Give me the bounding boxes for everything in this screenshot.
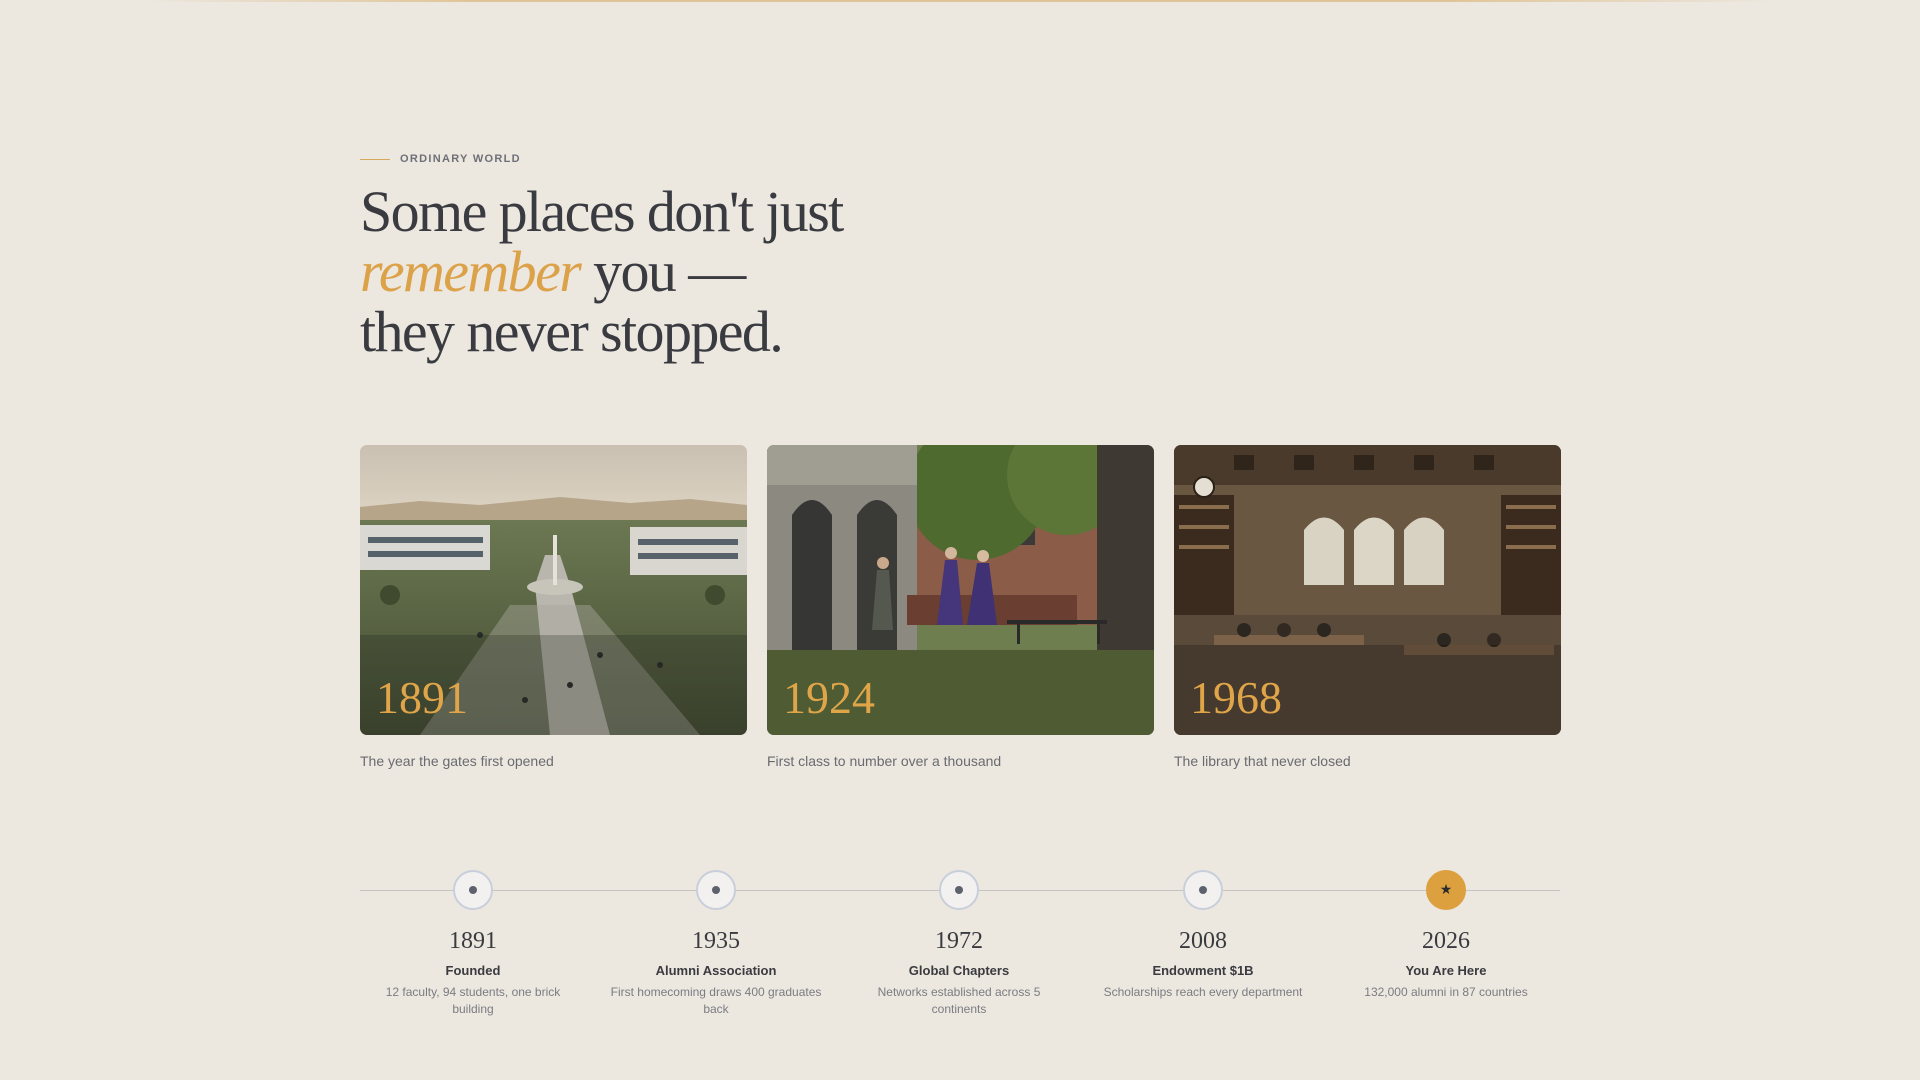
timeline-milestone-1972: 1972 Global Chapters Networks establishe… xyxy=(844,868,1074,1018)
timeline-node xyxy=(939,870,979,910)
timeline-node xyxy=(453,870,493,910)
milestone-description: Scholarships reach every department xyxy=(1103,985,1303,999)
milestone-description: 12 faculty, 94 students, one brick build… xyxy=(385,985,561,1016)
headline-accent: remember xyxy=(360,239,582,304)
milestone-year: 2026 xyxy=(1422,928,1470,954)
headline-line-1: Some places don't just xyxy=(360,179,844,244)
history-cards: 1891 The year the gates first opened 192… xyxy=(360,445,1561,769)
campus-aerial-photo: 1891 xyxy=(360,445,747,735)
timeline-node xyxy=(696,870,736,910)
card-year-label: 1891 xyxy=(376,672,468,723)
milestone-title: Endowment $1B xyxy=(1152,963,1254,978)
timeline-node-current: ★ xyxy=(1426,870,1466,910)
card-caption: First class to number over a thousand xyxy=(767,753,1002,769)
milestone-title: You Are Here xyxy=(1405,963,1487,978)
milestone-description: First homecoming draws 400 graduates bac… xyxy=(610,985,822,1016)
history-card-1968: 1968 The library that never closed xyxy=(1174,445,1561,769)
graduates-courtyard-photo: 1924 xyxy=(767,445,1154,735)
library-reading-room-photo: 1968 xyxy=(1174,445,1561,735)
timeline-node xyxy=(1183,870,1223,910)
milestone-title: Founded xyxy=(445,963,501,978)
card-caption: The year the gates first opened xyxy=(360,753,554,769)
card-year-label: 1924 xyxy=(783,672,875,723)
history-card-1924: 1924 First class to number over a thousa… xyxy=(767,445,1154,769)
milestone-year: 1935 xyxy=(692,928,740,954)
ordinary-world-section: ORDINARY WORLD Some places don't just re… xyxy=(360,0,1561,1080)
star-icon: ★ xyxy=(1439,882,1453,898)
milestone-year: 1972 xyxy=(935,928,983,954)
history-card-1891: 1891 The year the gates first opened xyxy=(360,445,747,769)
dot-icon xyxy=(955,886,963,894)
timeline-milestone-2026: ★ 2026 You Are Here 132,000 alumni in 87… xyxy=(1331,868,1561,1001)
section-eyebrow: ORDINARY WORLD xyxy=(360,153,521,165)
page-headline: Some places don't just remember you — th… xyxy=(360,179,844,364)
timeline-milestone-2008: 2008 Endowment $1B Scholarships reach ev… xyxy=(1088,868,1318,1001)
headline-line-2: you — xyxy=(580,239,746,304)
milestone-year: 1891 xyxy=(449,928,497,954)
dot-icon xyxy=(1199,886,1207,894)
eyebrow-line xyxy=(360,158,390,160)
headline-line-3: they never stopped. xyxy=(360,299,784,364)
milestone-description: Networks established across 5 continents xyxy=(877,985,1041,1016)
history-timeline: 1891 Founded 12 faculty, 94 students, on… xyxy=(360,868,1560,1028)
dot-icon xyxy=(469,886,477,894)
milestone-year: 2008 xyxy=(1179,928,1227,954)
eyebrow-label: ORDINARY WORLD xyxy=(400,153,521,165)
timeline-milestone-1891: 1891 Founded 12 faculty, 94 students, on… xyxy=(358,868,588,1018)
milestone-description: 132,000 alumni in 87 countries xyxy=(1364,985,1528,999)
milestone-title: Alumni Association xyxy=(655,963,777,978)
milestone-title: Global Chapters xyxy=(908,963,1010,978)
timeline-milestone-1935: 1935 Alumni Association First homecoming… xyxy=(601,868,831,1018)
dot-icon xyxy=(712,886,720,894)
card-year-label: 1968 xyxy=(1190,672,1282,723)
card-caption: The library that never closed xyxy=(1174,753,1351,769)
